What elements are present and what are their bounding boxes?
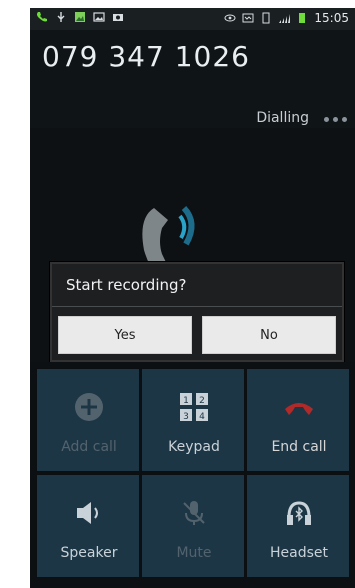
headset-label: Headset <box>269 545 328 561</box>
status-bar: 15:05 <box>30 8 355 30</box>
sim-icon <box>260 12 272 24</box>
keypad-button[interactable]: 1 2 3 4 Keypad <box>141 368 245 472</box>
camera-icon <box>112 11 124 23</box>
dialog-divider <box>52 306 342 307</box>
keypad-label: Keypad <box>168 439 220 455</box>
plus-circle-icon <box>75 393 103 421</box>
add-call-button[interactable]: Add call <box>36 368 140 472</box>
phone-icon <box>36 11 48 23</box>
call-info-area: 079 347 1026 Dialling <box>30 30 355 128</box>
add-call-label: Add call <box>61 439 117 455</box>
headset-button[interactable]: Headset <box>246 474 350 578</box>
usb-icon <box>55 11 67 23</box>
end-call-label: End call <box>271 439 327 455</box>
signal-icon <box>278 12 291 24</box>
speaker-button[interactable]: Speaker <box>36 474 140 578</box>
dialog-title: Start recording? <box>66 276 187 294</box>
start-recording-dialog: Start recording? Yes No <box>50 262 344 362</box>
dialling-dots-icon <box>324 117 347 122</box>
gallery-icon <box>74 11 86 23</box>
bluetooth-headset-icon <box>287 501 311 525</box>
svg-text:2: 2 <box>199 396 205 406</box>
speaker-label: Speaker <box>60 545 118 561</box>
clock-time: 15:05 <box>314 11 349 25</box>
call-state: Dialling <box>256 110 309 126</box>
yes-button[interactable]: Yes <box>58 316 192 354</box>
end-call-button[interactable]: End call <box>246 368 350 472</box>
mute-mic-icon <box>183 501 205 525</box>
phone-number: 079 347 1026 <box>42 40 250 73</box>
call-controls: Add call 1 2 3 4 Keypad End call Speaker… <box>30 362 355 588</box>
mute-button[interactable]: Mute <box>141 474 245 578</box>
nfc-icon <box>242 12 254 24</box>
svg-text:1: 1 <box>183 396 189 406</box>
no-button[interactable]: No <box>202 316 336 354</box>
speaker-icon <box>77 502 98 524</box>
svg-text:3: 3 <box>183 412 189 422</box>
eye-icon <box>224 12 236 24</box>
battery-icon <box>296 12 308 24</box>
image-icon <box>93 11 105 23</box>
svg-text:4: 4 <box>199 412 205 422</box>
keypad-icon: 1 2 3 4 <box>180 393 208 422</box>
end-call-icon <box>285 403 313 415</box>
mute-label: Mute <box>176 545 212 561</box>
call-screen: 15:05 079 347 1026 Dialling Start record… <box>30 8 355 588</box>
